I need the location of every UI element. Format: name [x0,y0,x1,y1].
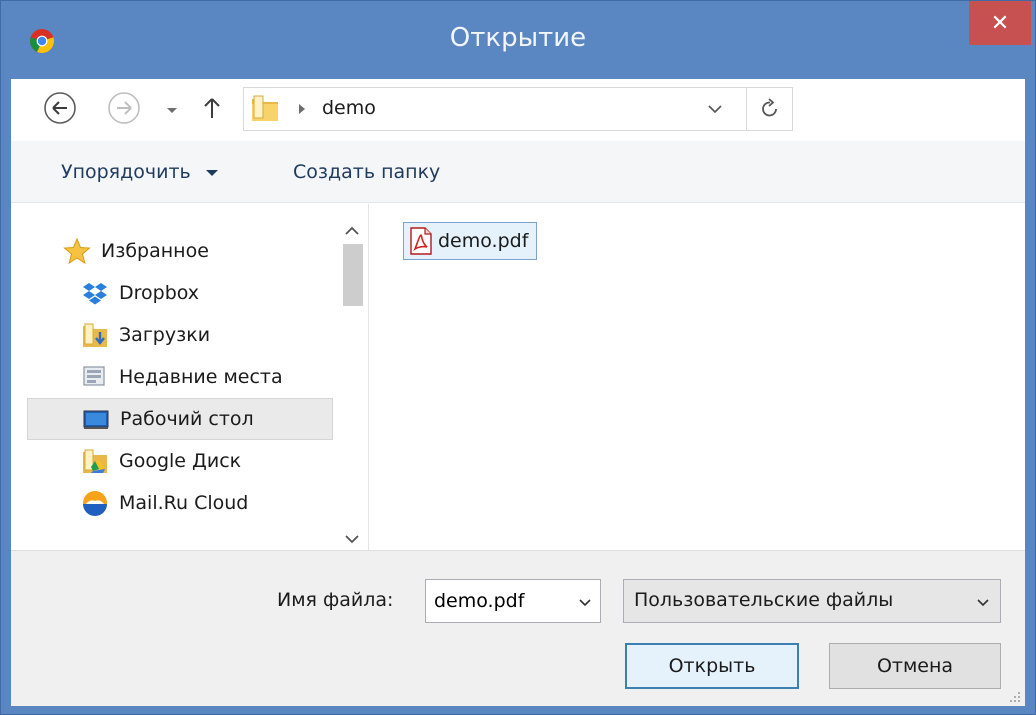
command-bar: Упорядочить Создать папку [11,141,1025,203]
downloads-folder-icon [83,323,107,347]
up-arrow-icon[interactable] [195,91,229,125]
sidebar-item-downloads[interactable]: Загрузки [27,314,333,356]
filename-label: Имя файла: [277,589,394,611]
open-button[interactable]: Открыть [625,643,799,689]
scroll-thumb[interactable] [343,244,363,306]
file-item[interactable]: demo.pdf [403,222,538,260]
address-bar[interactable]: demo [243,87,747,131]
chevron-down-icon[interactable] [576,592,594,612]
sidebar-item-label: Google Диск [119,450,242,472]
chevron-down-icon[interactable] [974,592,992,612]
sidebar-item-dropbox[interactable]: Dropbox [27,272,333,314]
file-name: demo.pdf [438,230,529,252]
filename-input[interactable] [434,588,564,614]
dialog-footer: Имя файла: Пользовательские файлы Открыт… [11,550,1025,706]
filetype-value: Пользовательские файлы [634,589,894,611]
close-icon: ✕ [990,10,1010,36]
refresh-button[interactable] [747,87,793,131]
back-arrow-icon[interactable] [43,91,77,125]
sidebar-item-label: Недавние места [119,366,283,388]
sidebar-item-label: Загрузки [119,324,211,346]
sidebar-item-desktop[interactable]: Рабочий стол [27,398,333,440]
navigation-scrollbar[interactable] [337,204,367,550]
scroll-up-icon[interactable] [341,220,363,242]
file-list[interactable]: demo.pdf [371,204,1025,550]
sidebar-item-google-drive[interactable]: Google Диск [27,440,333,482]
sidebar-item-recent-places[interactable]: Недавние места [27,356,333,398]
refresh-icon [761,98,777,117]
folder-icon [252,95,278,121]
desktop-icon [83,410,109,429]
organize-button[interactable]: Упорядочить [61,161,219,183]
resize-grip-icon[interactable] [1007,689,1021,703]
sidebar-item-label: Dropbox [119,282,200,304]
title-bar[interactable]: Открытие ✕ [1,1,1035,79]
scroll-down-icon[interactable] [341,528,363,550]
open-file-dialog: Открытие ✕ demo Упорядочить Создать папк… [0,0,1036,715]
breadcrumb-separator-icon[interactable] [296,102,308,116]
sidebar-item-favorites[interactable]: Избранное [11,230,317,272]
navigation-pane[interactable]: Избранное Dropbox Загрузки Недавние мест… [11,204,369,550]
dialog-body: demo Упорядочить Создать папку Избранное… [11,79,1025,706]
sidebar-item-label: Избранное [101,240,209,262]
star-icon [63,237,91,265]
sidebar-item-label: Mail.Ru Cloud [119,492,249,514]
breadcrumb-item[interactable]: demo [322,97,376,119]
google-drive-icon [83,449,107,473]
forward-arrow-icon[interactable] [107,91,141,125]
sidebar-item-mailru-cloud[interactable]: Mail.Ru Cloud [27,482,333,524]
filetype-select[interactable]: Пользовательские файлы [623,579,1001,623]
sidebar-item-label: Рабочий стол [120,408,254,430]
mailru-cloud-icon [83,491,107,516]
cancel-button[interactable]: Отмена [829,643,1001,689]
address-dropdown-icon[interactable] [704,96,726,122]
filename-combobox[interactable] [425,579,601,623]
pdf-icon [410,227,432,255]
address-row: demo [11,79,1025,141]
recent-places-icon [83,366,105,386]
dropbox-icon [83,283,107,305]
close-button[interactable]: ✕ [969,1,1031,45]
dialog-title: Открытие [449,23,587,53]
chevron-down-icon[interactable] [161,93,183,127]
new-folder-button[interactable]: Создать папку [293,161,440,183]
chevron-down-icon [205,169,218,176]
organize-label: Упорядочить [61,161,191,183]
